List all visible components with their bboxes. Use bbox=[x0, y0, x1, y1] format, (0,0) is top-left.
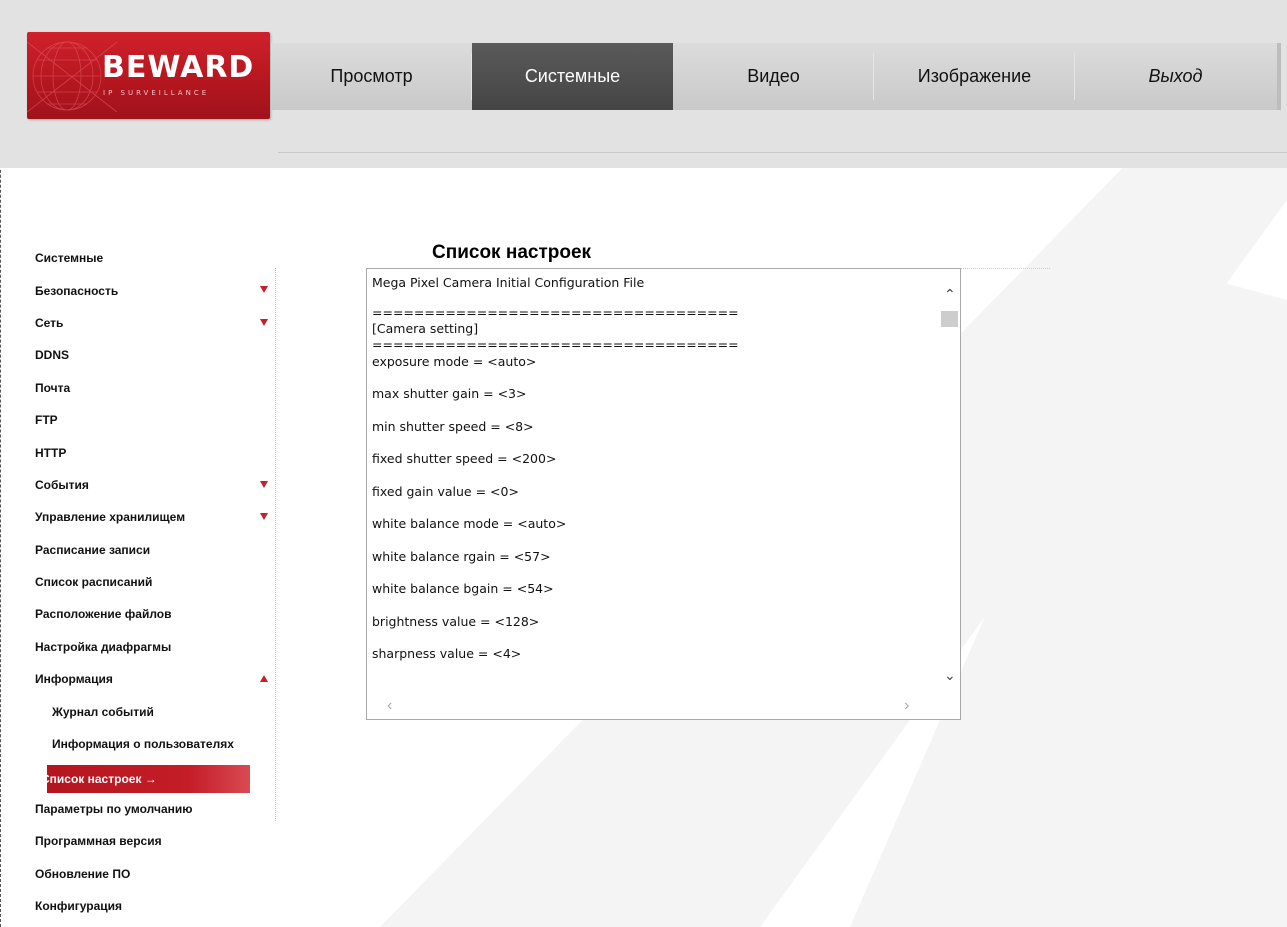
expand-arrow-icon bbox=[260, 480, 268, 488]
sidebar-item-label: Информация bbox=[35, 672, 113, 687]
config-section-header: [Camera setting] bbox=[372, 320, 479, 336]
scroll-right-icon[interactable]: › bbox=[904, 697, 909, 715]
sidebar-item-label: Параметры по умолчанию bbox=[35, 801, 193, 816]
sidebar-item-user-info[interactable]: Информация о пользователях bbox=[35, 728, 280, 760]
sidebar-item-storage[interactable]: Управление хранилищем bbox=[35, 501, 280, 533]
config-separator: =================================== bbox=[372, 304, 739, 320]
sidebar-item-firmware-update[interactable]: Обновление ПО bbox=[35, 857, 280, 889]
scroll-thumb[interactable] bbox=[941, 311, 958, 327]
config-line: white balance bgain = <54> bbox=[372, 581, 554, 596]
sidebar-item-label: Список расписаний bbox=[35, 575, 153, 590]
sidebar-item-information[interactable]: Информация bbox=[35, 663, 280, 695]
sidebar-item-label: Список настроек → bbox=[41, 772, 157, 787]
tab-system[interactable]: Системные bbox=[472, 43, 673, 110]
sidebar-item-label: HTTP bbox=[35, 445, 67, 460]
config-line: Mega Pixel Camera Initial Configuration … bbox=[372, 275, 645, 290]
sidebar-item-label: Программная версия bbox=[35, 834, 162, 849]
collapse-arrow-icon bbox=[260, 675, 268, 683]
sidebar-item-label: Информация о пользователях bbox=[52, 737, 234, 752]
sidebar-item-label: Безопасность bbox=[35, 283, 119, 298]
config-line: fixed gain value = <0> bbox=[372, 483, 519, 499]
sidebar-item-label: Настройка диафрагмы bbox=[35, 639, 172, 654]
sidebar-item-configuration[interactable]: Конфигурация bbox=[35, 890, 280, 922]
sidebar-item-http[interactable]: HTTP bbox=[35, 436, 280, 468]
sidebar-item-label: Расписание записи bbox=[35, 542, 151, 557]
sidebar-item-label: Расположение файлов bbox=[35, 607, 172, 622]
sidebar-item-defaults[interactable]: Параметры по умолчанию bbox=[35, 793, 280, 825]
logo-tagline: IP SURVEILLANCE bbox=[103, 89, 210, 97]
sidebar-item-firmware-version[interactable]: Программная версия bbox=[35, 825, 280, 857]
beward-logo[interactable]: BEWARD IP SURVEILLANCE bbox=[27, 32, 270, 119]
sidebar-item-label: Системные bbox=[35, 251, 104, 266]
title-rule bbox=[960, 268, 1050, 269]
sidebar-item-system[interactable]: Системные bbox=[35, 242, 280, 274]
sidebar-item-ddns[interactable]: DDNS bbox=[35, 339, 280, 371]
sidebar-item-label: События bbox=[35, 477, 89, 492]
config-line: min shutter speed = <8> bbox=[372, 418, 534, 434]
config-line: max shutter gain = <3> bbox=[372, 386, 527, 401]
sidebar-item-label: FTP bbox=[35, 413, 58, 428]
sidebar-item-mail[interactable]: Почта bbox=[35, 372, 280, 404]
scroll-up-icon[interactable]: ⌃ bbox=[944, 286, 956, 303]
sidebar-item-events[interactable]: События bbox=[35, 469, 280, 501]
tab-exit[interactable]: Выход bbox=[1075, 43, 1276, 110]
config-line: exposure mode = <auto> bbox=[372, 353, 537, 369]
expand-arrow-icon bbox=[260, 286, 268, 294]
config-separator: =================================== bbox=[372, 336, 739, 352]
expand-arrow-icon bbox=[260, 513, 268, 521]
sidebar-item-security[interactable]: Безопасность bbox=[35, 274, 280, 306]
page-title: Список настроек bbox=[432, 242, 592, 263]
scroll-left-icon[interactable]: ‹ bbox=[387, 697, 392, 715]
sidebar-item-schedule-list[interactable]: Список расписаний bbox=[35, 566, 280, 598]
sidebar-item-label: DDNS bbox=[35, 348, 70, 363]
scroll-down-icon[interactable]: ⌄ bbox=[944, 667, 956, 684]
sidebar-item-label: Конфигурация bbox=[35, 899, 123, 913]
sidebar-item-label: Почта bbox=[35, 380, 71, 395]
config-line: brightness value = <128> bbox=[372, 613, 540, 629]
header-divider bbox=[278, 152, 1287, 153]
horizontal-scrollbar[interactable]: ‹ › bbox=[367, 694, 939, 719]
sidebar-item-ftp[interactable]: FTP bbox=[35, 404, 280, 436]
sidebar-item-iris[interactable]: Настройка диафрагмы bbox=[35, 631, 280, 663]
config-line: sharpness value = <4> bbox=[372, 646, 522, 661]
top-navigation: Просмотр Системные Видео Изображение Вых… bbox=[271, 43, 1277, 110]
sidebar-item-settings-list[interactable]: Список настроек → bbox=[35, 760, 280, 794]
sidebar-item-event-log[interactable]: Журнал событий bbox=[35, 695, 280, 727]
sidebar-item-file-location[interactable]: Расположение файлов bbox=[35, 598, 280, 630]
sidebar-item-network[interactable]: Сеть bbox=[35, 307, 280, 339]
sidebar-item-label: Управление хранилищем bbox=[35, 510, 186, 525]
nav-edge bbox=[1277, 43, 1281, 110]
config-line: fixed shutter speed = <200> bbox=[372, 451, 557, 466]
config-line: white balance mode = <auto> bbox=[372, 516, 567, 531]
vertical-scrollbar[interactable]: ⌃ ⌄ bbox=[939, 269, 960, 694]
logo-brand: BEWARD bbox=[102, 50, 255, 85]
tab-view[interactable]: Просмотр bbox=[271, 43, 472, 110]
config-content: Mega Pixel Camera Initial Configuration … bbox=[372, 273, 937, 677]
sidebar-item-label: Сеть bbox=[35, 315, 64, 330]
sidebar-item-record-schedule[interactable]: Расписание записи bbox=[35, 534, 280, 566]
expand-arrow-icon bbox=[260, 318, 268, 326]
config-textarea[interactable]: Mega Pixel Camera Initial Configuration … bbox=[366, 268, 961, 720]
sidebar-item-label: Обновление ПО bbox=[35, 866, 131, 881]
config-line: white balance rgain = <57> bbox=[372, 548, 551, 564]
tab-video[interactable]: Видео bbox=[673, 43, 874, 110]
sidebar-divider bbox=[275, 268, 276, 821]
sidebar-menu: Системные Безопасность Сеть DDNS Почта F… bbox=[35, 242, 280, 922]
sidebar-item-label: Журнал событий bbox=[52, 704, 154, 719]
tab-image[interactable]: Изображение bbox=[874, 43, 1075, 110]
